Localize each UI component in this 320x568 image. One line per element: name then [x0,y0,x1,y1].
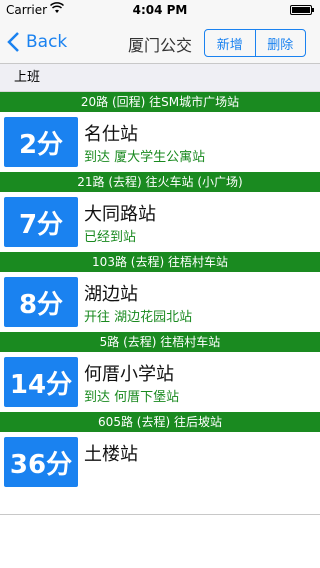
bus-status: 已经到站 [84,230,137,245]
navigation-bar: Back 厦门公交 新增 删除 [0,20,320,64]
stop-name: 土楼站 [84,444,138,465]
list-item[interactable]: 14分 何厝小学站 到达 何厝下堡站 [0,352,320,412]
route-header: 5路 (去程) 往梧村车站 [0,332,320,352]
list-item[interactable]: 2分 名仕站 到达 厦大学生公寓站 [0,112,320,172]
back-button[interactable]: Back [6,28,67,56]
eta-badge: 14分 [4,357,78,407]
edit-button-group: 新增 删除 [204,29,306,57]
status-bar: Carrier 4:04 PM [0,0,320,20]
chevron-left-icon [7,32,19,52]
eta-badge: 8分 [4,277,78,327]
delete-button[interactable]: 删除 [254,30,306,56]
list-item[interactable]: 7分 大同路站 已经到站 [0,192,320,252]
list-item[interactable]: 8分 湖边站 开往 湖边花园北站 [0,272,320,332]
route-header: 20路 (回程) 往SM城市广场站 [0,92,320,112]
route-header: 605路 (去程) 往后坡站 [0,412,320,432]
list-item[interactable]: 36分 土楼站 [0,432,320,492]
bus-status: 到达 厦大学生公寓站 [84,150,206,165]
stop-name: 名仕站 [84,124,138,145]
stop-name: 大同路站 [84,204,156,225]
clock-time: 4:04 PM [132,3,188,17]
route-header: 21路 (去程) 往火车站 (小广场) [0,172,320,192]
add-button[interactable]: 新增 [205,30,255,56]
bus-status: 到达 何厝下堡站 [84,390,180,405]
stop-name: 何厝小学站 [84,364,174,385]
section-header: 上班 [0,64,320,92]
battery-icon [290,5,314,15]
list-divider [0,514,320,515]
eta-badge: 7分 [4,197,78,247]
bus-status: 开往 湖边花园北站 [84,310,193,325]
eta-badge: 2分 [4,117,78,167]
stop-name: 湖边站 [84,284,138,305]
page-title: 厦门公交 [128,36,193,55]
back-button-label: Back [26,32,68,52]
eta-badge: 36分 [4,437,78,487]
route-header: 103路 (去程) 往梧村车站 [0,252,320,272]
